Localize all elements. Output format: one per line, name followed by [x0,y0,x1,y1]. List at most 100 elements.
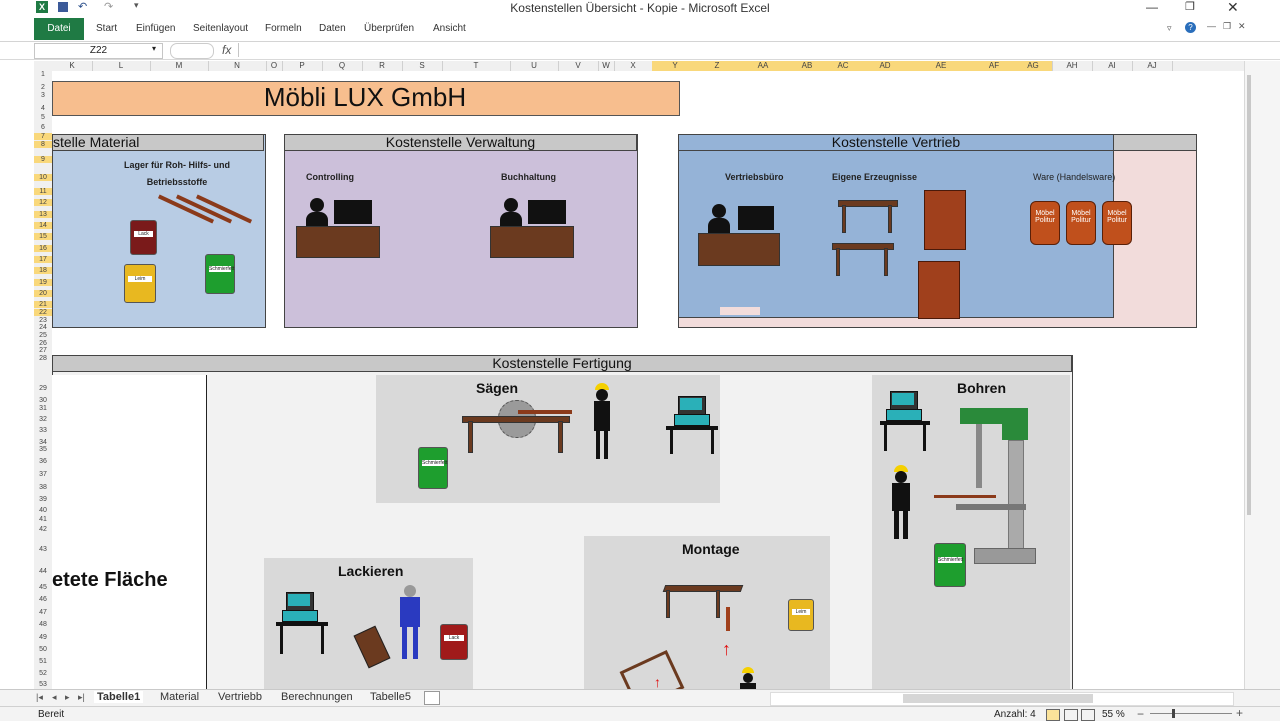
formula-bar-expand-icon[interactable] [170,43,214,59]
row-header[interactable]: 34 [34,439,52,446]
row-header[interactable]: 5 [34,114,52,121]
tab-einfuegen[interactable]: Einfügen [136,23,175,34]
row-header[interactable]: 11 [34,188,52,195]
row-header[interactable]: 20 [34,290,52,297]
row-header[interactable]: 44 [34,568,52,575]
column-header[interactable]: AJ [1132,61,1173,71]
row-header[interactable]: 35 [34,446,52,453]
row-header[interactable]: 29 [34,385,52,392]
row-header[interactable]: 21 [34,301,52,308]
row-header[interactable]: 49 [34,634,52,641]
column-header[interactable]: AG [1014,61,1053,71]
row-header[interactable]: 7 [34,133,52,140]
tab-scroll-last-icon[interactable]: ▸| [78,692,85,703]
row-header[interactable]: 22 [34,309,52,316]
tab-ueberpruefen[interactable]: Überprüfen [364,23,414,34]
tab-seitenlayout[interactable]: Seitenlayout [193,23,248,34]
horizontal-scroll-thumb[interactable] [903,694,1093,703]
row-header[interactable]: 6 [34,124,52,131]
tab-scroll-first-icon[interactable]: |◂ [36,692,43,703]
zoom-slider[interactable] [1150,709,1232,718]
column-header[interactable]: AB [790,61,825,71]
row-header[interactable]: 39 [34,496,52,503]
row-header[interactable]: 45 [34,584,52,591]
row-header[interactable]: 17 [34,256,52,263]
column-header[interactable]: P [282,61,323,71]
column-header[interactable]: Q [322,61,363,71]
column-header[interactable]: L [92,61,151,71]
row-header[interactable]: 37 [34,471,52,478]
tab-datei[interactable]: Datei [34,18,84,40]
column-header[interactable]: W [598,61,615,71]
row-header[interactable]: 52 [34,670,52,677]
name-box-dropdown-icon[interactable]: ▾ [152,44,156,53]
sheet-tab-tabelle5[interactable]: Tabelle5 [370,691,411,703]
column-header[interactable]: S [402,61,443,71]
row-header[interactable]: 10 [34,174,52,181]
formula-input[interactable] [238,43,1243,57]
column-header[interactable]: Y [652,61,699,71]
page-break-view-icon[interactable] [1081,709,1095,721]
column-header[interactable]: O [266,61,283,71]
column-header[interactable]: AI [1092,61,1133,71]
column-header[interactable]: K [52,61,93,71]
row-header[interactable]: 50 [34,646,52,653]
zoom-slider-thumb[interactable] [1172,709,1175,718]
row-header[interactable]: 41 [34,516,52,523]
row-header[interactable]: 4 [34,105,52,112]
page-layout-view-icon[interactable] [1064,709,1078,721]
restore-icon[interactable]: ❐ [1185,0,1195,13]
vertical-scrollbar[interactable] [1244,61,1280,689]
tab-scroll-next-icon[interactable]: ▸ [65,692,70,703]
ribbon-collapse-icon[interactable]: ▿ [1167,23,1172,34]
column-header[interactable]: AE [908,61,975,71]
tab-start[interactable]: Start [96,23,117,34]
column-header[interactable]: T [442,61,511,71]
name-box[interactable]: Z22 [34,43,163,59]
row-header[interactable]: 47 [34,609,52,616]
column-header[interactable]: V [558,61,599,71]
row-header[interactable]: 9 [34,156,52,163]
zoom-in-icon[interactable]: + [1236,706,1243,720]
row-header[interactable]: 42 [34,526,52,533]
row-header[interactable]: 43 [34,546,52,553]
row-header[interactable]: 51 [34,658,52,665]
row-header[interactable]: 8 [34,141,52,148]
row-header[interactable]: 13 [34,211,52,218]
zoom-level[interactable]: 55 % [1102,709,1125,720]
normal-view-icon[interactable] [1046,709,1060,721]
tab-formeln[interactable]: Formeln [265,23,302,34]
row-header[interactable]: 48 [34,621,52,628]
column-header[interactable]: Z [698,61,737,71]
row-header[interactable]: 14 [34,222,52,229]
column-header[interactable]: M [150,61,209,71]
insert-function-icon[interactable]: fx [222,43,231,57]
row-header[interactable]: 15 [34,233,52,240]
selected-cell[interactable] [720,307,760,315]
workbook-minimize-icon[interactable]: — [1207,21,1216,31]
tab-scroll-prev-icon[interactable]: ◂ [52,692,57,703]
row-header[interactable]: 36 [34,458,52,465]
column-header[interactable]: AF [974,61,1015,71]
row-header[interactable]: 1 [34,71,52,78]
sheet-tab-berechnungen[interactable]: Berechnungen [281,691,353,703]
row-header[interactable]: 25 [34,332,52,339]
column-header[interactable]: X [614,61,653,71]
row-header[interactable]: 38 [34,484,52,491]
tab-ansicht[interactable]: Ansicht [433,23,466,34]
row-header[interactable]: 28 [34,355,52,362]
insert-sheet-icon[interactable] [424,691,440,705]
horizontal-scrollbar[interactable] [770,692,1234,706]
row-header[interactable]: 2 [34,84,52,91]
vertical-scroll-thumb[interactable] [1247,75,1251,515]
row-header[interactable]: 46 [34,596,52,603]
zoom-out-icon[interactable]: − [1137,707,1144,721]
row-header[interactable]: 40 [34,507,52,514]
column-header[interactable]: AD [862,61,909,71]
sheet-tab-tabelle1[interactable]: Tabelle1 [94,691,144,703]
row-header[interactable]: 31 [34,405,52,412]
worksheet-grid[interactable]: Möbli LUX GmbH stelle Material Lager für… [52,71,1244,689]
column-header[interactable]: U [510,61,559,71]
column-header[interactable]: R [362,61,403,71]
column-header[interactable]: AH [1052,61,1093,71]
